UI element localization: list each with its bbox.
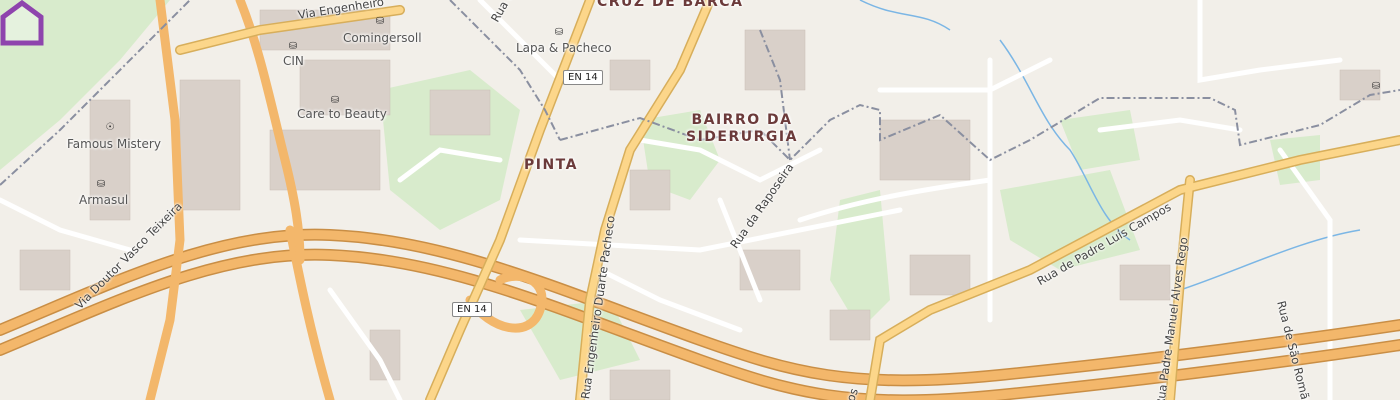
shop-icon[interactable]: ⛁ <box>1371 82 1381 92</box>
building <box>609 369 671 400</box>
home-marker-icon[interactable] <box>0 0 44 46</box>
road-shield-en14: EN 14 <box>563 70 603 85</box>
minor-road <box>797 177 993 223</box>
building <box>1119 264 1171 301</box>
minor-road <box>597 267 743 333</box>
poi-lapa-pacheco[interactable]: Lapa & Pacheco <box>516 41 612 55</box>
area-label-bairro-da-siderurgia: BAIRRO DA SIDERURGIA <box>686 112 798 146</box>
building <box>179 79 241 211</box>
motorway-a28-reverse <box>0 250 1400 400</box>
area-label-pinta: PINTA <box>524 157 578 173</box>
building <box>429 89 491 136</box>
building <box>744 29 806 91</box>
building <box>879 119 971 181</box>
shop-icon[interactable]: ⛁ <box>330 96 340 106</box>
poi-comingersoll[interactable]: Comingersoll <box>343 31 422 45</box>
area-label-line: SIDERURGIA <box>686 129 798 145</box>
minor-road <box>1197 0 1343 83</box>
map-canvas[interactable]: CRUZ DE BARCA PINTA BAIRRO DA SIDERURGIA… <box>0 0 1400 400</box>
poi-armasul[interactable]: Armasul <box>79 193 128 207</box>
park-area-east <box>830 190 890 330</box>
building <box>629 169 671 211</box>
shop-icon[interactable]: ⛁ <box>554 28 564 38</box>
minor-road <box>877 57 1053 93</box>
poi-care-to-beauty[interactable]: Care to Beauty <box>297 107 387 121</box>
stream <box>859 0 951 31</box>
road-shield-en14: EN 14 <box>452 302 492 317</box>
stream <box>1179 229 1361 291</box>
park-area-north-east <box>1060 110 1140 170</box>
building <box>829 309 871 341</box>
building <box>19 249 71 291</box>
poi-famous-mistery[interactable]: Famous Mistery <box>67 137 161 151</box>
poi-cin[interactable]: CIN <box>283 54 304 68</box>
shop-icon[interactable]: ⛁ <box>96 180 106 190</box>
building <box>909 254 971 296</box>
area-label-line: BAIRRO DA <box>691 112 793 128</box>
area-label-cruz-de-barca: CRUZ DE BARCA <box>597 0 744 10</box>
map-base-layer <box>0 0 1400 400</box>
shop-icon[interactable]: ⛁ <box>375 17 385 27</box>
shop-icon[interactable]: ⛁ <box>288 42 298 52</box>
building <box>609 59 651 91</box>
clothes-icon[interactable]: ☉ <box>105 123 115 133</box>
